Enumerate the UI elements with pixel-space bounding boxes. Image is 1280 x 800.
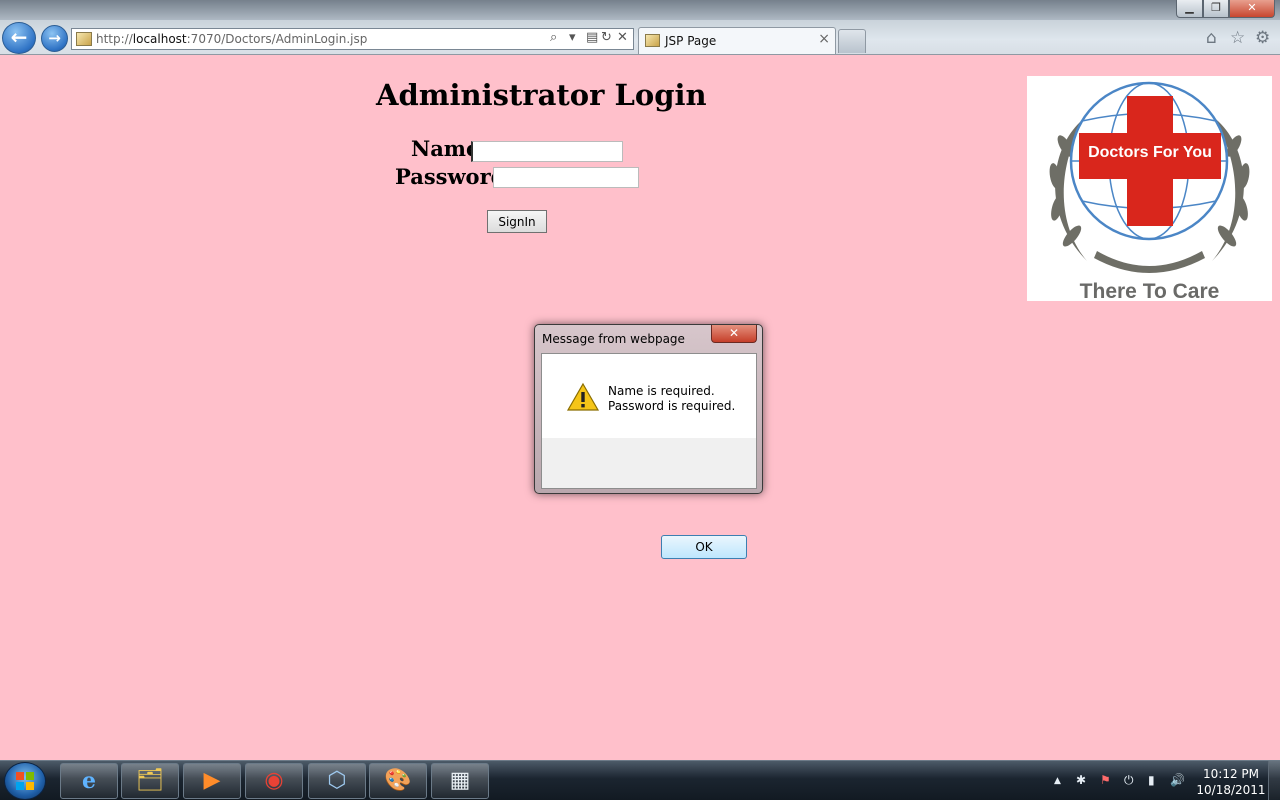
show-hidden-icons[interactable]: ▲	[1054, 776, 1061, 786]
dialog-message-password: Password is required.	[608, 399, 736, 413]
clock-time[interactable]: 10:12 PM	[1196, 767, 1266, 781]
name-label: Name	[411, 136, 480, 161]
warning-icon	[566, 382, 600, 411]
window-close-button[interactable]: ✕	[1229, 0, 1275, 18]
alert-dialog: Message from webpage ✕ Name is required.…	[534, 324, 763, 559]
dialog-body: Name is required. Password is required. …	[541, 353, 757, 559]
password-field[interactable]	[493, 167, 639, 188]
internet-explorer-icon: e	[82, 768, 96, 794]
logo-tagline: There To Care	[1079, 280, 1220, 303]
start-button[interactable]	[4, 762, 46, 800]
browser-chrome: ▁ ❐ ✕ ← → http://localhost:7070/Doctors/…	[0, 0, 1280, 55]
taskbar-media-player[interactable]: ▶	[183, 763, 241, 799]
paint-icon: 🎨	[384, 768, 412, 793]
url-host: localhost	[132, 32, 187, 46]
taskbar-window-app[interactable]: ▦	[431, 763, 489, 799]
window-title-strip	[0, 0, 1280, 20]
search-icon[interactable]: ⌕	[550, 30, 557, 45]
taskbar: e 🗂 ▶ ◉ ⬡ 🎨 ▦ ▲ ✱ ⚑ ⏻ ▮ 🔊 10:12 PM 10/18…	[0, 760, 1280, 800]
window-maximize-button[interactable]: ❐	[1203, 0, 1229, 18]
address-bar[interactable]: http://localhost:7070/Doctors/AdminLogin…	[71, 28, 634, 50]
system-tray: ▲ ✱ ⚑ ⏻ ▮ 🔊	[1050, 761, 1190, 800]
tab-close-icon[interactable]: ×	[818, 31, 830, 47]
new-tab-button[interactable]	[838, 29, 866, 53]
tab-jsp-page[interactable]: JSP Page ×	[638, 27, 836, 54]
ok-button[interactable]: OK	[661, 535, 747, 559]
show-desktop-button[interactable]	[1268, 761, 1280, 800]
stop-icon[interactable]: ✕	[617, 30, 628, 45]
url-text[interactable]: http://localhost:7070/Doctors/AdminLogin…	[96, 32, 367, 46]
url-path: :7070/Doctors/AdminLogin.jsp	[186, 32, 368, 46]
tools-gear-icon[interactable]: ⚙	[1255, 28, 1270, 48]
dialog-close-button[interactable]: ✕	[711, 325, 757, 343]
back-button[interactable]: ←	[2, 22, 36, 54]
taskbar-paint[interactable]: 🎨	[369, 763, 427, 799]
virtualbox-icon: ⬡	[327, 768, 347, 793]
taskbar-chrome[interactable]: ◉	[245, 763, 303, 799]
home-icon[interactable]: ⌂	[1206, 28, 1217, 48]
file-explorer-icon: 🗂	[136, 768, 164, 793]
name-field[interactable]	[471, 141, 623, 162]
action-center-icon[interactable]: ⚑	[1100, 773, 1111, 787]
taskbar-virtualbox[interactable]: ⬡	[308, 763, 366, 799]
chrome-icon: ◉	[264, 768, 284, 793]
url-scheme: http://	[96, 32, 133, 46]
media-player-icon: ▶	[203, 768, 221, 793]
page-title: Administrator Login	[376, 78, 707, 112]
signin-button[interactable]: SignIn	[487, 210, 547, 233]
dialog-message-name: Name is required.	[608, 384, 715, 398]
network-icon[interactable]: ▮	[1148, 773, 1155, 787]
window-app-icon: ▦	[449, 768, 471, 793]
dialog-footer: OK	[542, 438, 756, 559]
tab-favicon-icon	[645, 34, 660, 47]
forward-button[interactable]: →	[41, 25, 68, 52]
password-label: Password	[395, 164, 506, 189]
bluetooth-icon[interactable]: ✱	[1076, 773, 1086, 787]
dialog-title: Message from webpage	[542, 332, 685, 346]
doctors-for-you-logo: Doctors For You There To Care	[1027, 76, 1272, 303]
refresh-icon[interactable]: ↻	[601, 30, 612, 45]
power-icon[interactable]: ⏻	[1124, 773, 1134, 788]
compat-view-icon[interactable]: ▤	[586, 30, 598, 45]
page-favicon-icon	[76, 32, 92, 46]
logo-emblem-icon	[1049, 81, 1250, 273]
windows-logo-icon	[16, 772, 34, 790]
logo-name-text: Doctors For You	[1088, 144, 1212, 161]
volume-icon[interactable]: 🔊	[1170, 773, 1185, 787]
taskbar-internet-explorer[interactable]: e	[60, 763, 118, 799]
clock-date[interactable]: 10/18/2011	[1196, 783, 1266, 797]
window-minimize-button[interactable]: ▁	[1176, 0, 1203, 18]
favorites-star-icon[interactable]: ☆	[1230, 28, 1245, 48]
taskbar-file-explorer[interactable]: 🗂	[121, 763, 179, 799]
tab-title: JSP Page	[665, 34, 717, 48]
dropdown-icon[interactable]: ▾	[569, 30, 576, 45]
